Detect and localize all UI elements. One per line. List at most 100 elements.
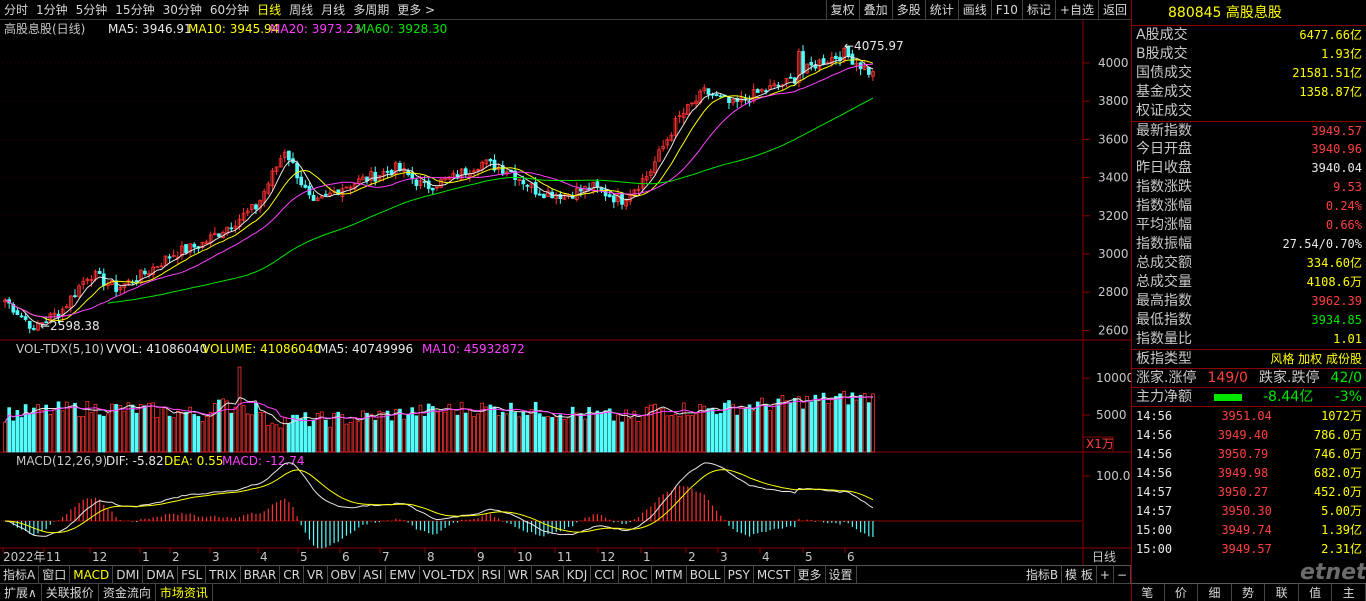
indicator-tab-4[interactable]: DMA	[143, 566, 179, 583]
stat-row: 指数量比 1.01	[1132, 330, 1366, 349]
tool-button-3[interactable]: 统计	[924, 0, 958, 20]
indicator-tab-2[interactable]: MACD	[70, 566, 114, 583]
right-tab-2[interactable]: 细	[1198, 584, 1232, 601]
volume-bar	[439, 409, 443, 453]
period-tab-0[interactable]: 分时	[0, 0, 32, 20]
volume-bar	[114, 404, 118, 453]
tool-button-5[interactable]: F10	[990, 0, 1022, 20]
indicator-tab-24[interactable]: 更多	[795, 566, 826, 583]
indicator-right-0[interactable]: 指标B	[1023, 566, 1063, 583]
period-tab-8[interactable]: 月线	[317, 0, 349, 20]
volume-bar	[677, 416, 682, 453]
stat-row: 指数涨跌 9.53	[1132, 178, 1366, 197]
stat-value: 0.66%	[1325, 218, 1362, 232]
volume-bar	[369, 413, 373, 453]
candle-body	[706, 88, 711, 95]
bottom-tab-2[interactable]: 资金流向	[99, 584, 156, 601]
volume-bar	[443, 411, 448, 453]
volume-bar	[159, 406, 164, 453]
tool-button-0[interactable]: 复权	[825, 0, 859, 20]
candle-body	[755, 89, 760, 93]
volume-bar	[468, 408, 472, 453]
period-tab-10[interactable]: 更多 >	[393, 0, 439, 20]
volume-bar	[217, 399, 221, 453]
indicator-tab-15[interactable]: WR	[505, 566, 533, 583]
indicator-tab-11[interactable]: ASI	[360, 566, 387, 583]
right-tab-6[interactable]: 主	[1332, 584, 1366, 601]
period-tab-1[interactable]: 1分钟	[32, 0, 72, 20]
bottom-tab-1[interactable]: 关联报价	[42, 584, 99, 601]
right-tab-3[interactable]: 势	[1232, 584, 1266, 601]
tool-button-1[interactable]: 叠加	[858, 0, 892, 20]
period-tab-3[interactable]: 15分钟	[111, 0, 158, 20]
indicator-tab-20[interactable]: MTM	[652, 566, 687, 583]
indicator-tab-25[interactable]: 设置	[826, 566, 857, 583]
stat-row: 指数涨幅 0.24%	[1132, 197, 1366, 216]
kline-chart[interactable]: 高股息股(日线) MA5: 3946.91MA10: 3945.94MA20: 3…	[0, 0, 1131, 601]
indicator-right-2[interactable]: +	[1097, 566, 1114, 583]
vol-unit-label: X1万	[1086, 437, 1114, 451]
volume-bar	[825, 402, 830, 453]
tool-button-8[interactable]: 返回	[1097, 0, 1131, 20]
tick-time: 15:00	[1136, 523, 1173, 537]
candle-body	[813, 65, 818, 69]
volume-bar	[731, 404, 735, 453]
tool-button-7[interactable]: +自选	[1054, 0, 1098, 20]
right-tab-4[interactable]: 联	[1265, 584, 1299, 601]
right-tab-5[interactable]: 值	[1299, 584, 1333, 601]
period-tab-5[interactable]: 60分钟	[206, 0, 253, 20]
tool-button-4[interactable]: 画线	[957, 0, 991, 20]
stat-value: 334.60亿	[1306, 256, 1362, 270]
volume-bar	[48, 414, 53, 453]
stock-code: 880845	[1168, 5, 1222, 21]
indicator-tab-0[interactable]: 指标A	[0, 566, 40, 583]
high-marker: ←4075.97	[844, 39, 904, 53]
indicator-tab-10[interactable]: OBV	[328, 566, 361, 583]
indicator-tab-5[interactable]: FSL	[178, 566, 207, 583]
volume-bar	[15, 410, 20, 453]
vol-ma10-label: MA10: 45932872	[422, 342, 525, 356]
volume-bar	[714, 413, 719, 453]
volume-bar	[344, 423, 349, 453]
indicator-tab-12[interactable]: EMV	[386, 566, 420, 583]
indicator-tab-8[interactable]: CR	[280, 566, 304, 583]
volume-bar	[151, 402, 155, 453]
volume-bar	[821, 392, 826, 453]
indicator-tab-22[interactable]: PSY	[725, 566, 754, 583]
indicator-tab-23[interactable]: MCST	[754, 566, 795, 583]
right-tab-1[interactable]: 价	[1165, 584, 1199, 601]
period-tab-9[interactable]: 多周期	[349, 0, 393, 20]
volume-bar	[521, 411, 526, 453]
bottom-tab-3[interactable]: 市场资讯	[156, 584, 213, 601]
indicator-right-3[interactable]: −	[1114, 566, 1131, 583]
indicator-tab-7[interactable]: BRAR	[241, 566, 281, 583]
volume-bar	[147, 402, 151, 453]
tool-button-2[interactable]: 多股	[891, 0, 925, 20]
indicator-tab-14[interactable]: RSI	[479, 566, 506, 583]
indicator-tab-9[interactable]: VR	[304, 566, 328, 583]
indicator-tab-19[interactable]: ROC	[619, 566, 652, 583]
indicator-tab-21[interactable]: BOLL	[687, 566, 725, 583]
period-tab-6[interactable]: 日线	[253, 0, 285, 20]
indicator-tab-13[interactable]: VOL-TDX	[420, 566, 479, 583]
board-type-links[interactable]: 风格 加权 成份股	[1270, 350, 1362, 368]
indicator-tab-16[interactable]: SAR	[532, 566, 564, 583]
period-tab-4[interactable]: 30分钟	[159, 0, 206, 20]
indicator-tab-17[interactable]: KDJ	[564, 566, 592, 583]
period-tab-7[interactable]: 周线	[285, 0, 317, 20]
volume-bar	[352, 417, 357, 453]
price-axis-label: 3200	[1098, 209, 1129, 223]
indicator-tab-6[interactable]: TRIX	[206, 566, 241, 583]
tick-row: 15:00 3949.57 2.31亿	[1132, 540, 1366, 559]
indicator-tab-3[interactable]: DMI	[113, 566, 144, 583]
indicator-tab-18[interactable]: CCI	[591, 566, 619, 583]
indicator-right-1[interactable]: 模 板	[1062, 566, 1097, 583]
volume-bar	[801, 408, 805, 453]
candle-body	[776, 84, 781, 87]
indicator-tab-1[interactable]: 窗口	[39, 566, 71, 583]
stat-value: 21581.51亿	[1292, 66, 1362, 80]
tool-button-6[interactable]: 标记	[1021, 0, 1055, 20]
right-tab-0[interactable]: 笔	[1131, 584, 1165, 601]
period-tab-2[interactable]: 5分钟	[72, 0, 112, 20]
bottom-tab-0[interactable]: 扩展∧	[0, 584, 42, 601]
